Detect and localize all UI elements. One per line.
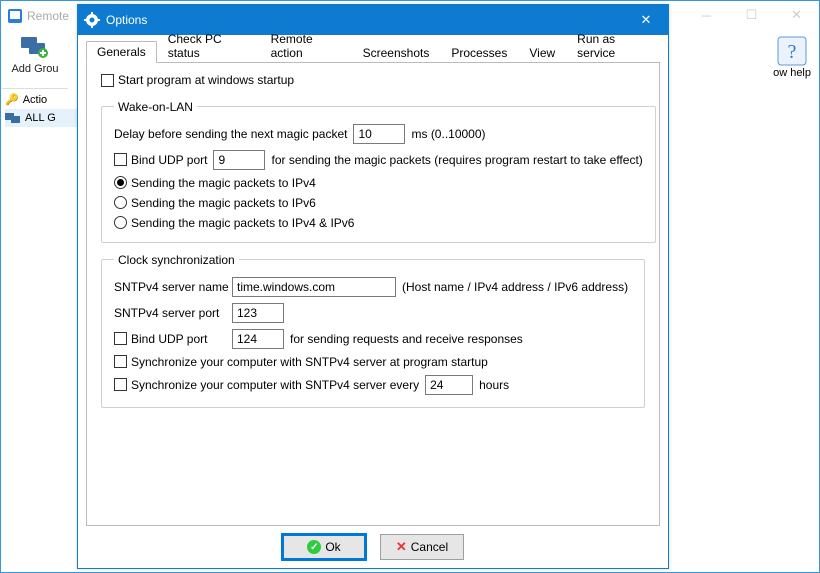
wol-udp-port-input[interactable]: [213, 150, 265, 170]
checkbox-start-at-startup-label: Start program at windows startup: [118, 73, 294, 87]
group-wake-on-lan-legend: Wake-on-LAN: [114, 100, 197, 114]
app-icon: [7, 8, 23, 24]
tab-generals[interactable]: Generals: [86, 41, 157, 63]
radio-icon: [114, 216, 127, 229]
sntp-server-name-input[interactable]: [232, 277, 396, 297]
gear-dialog-icon: [84, 12, 100, 28]
tree-item-all-groups-label: ALL G: [25, 110, 56, 126]
checkbox-wol-bind-udp[interactable]: Bind UDP port: [114, 153, 207, 167]
radio-wol-ipv6[interactable]: Sending the magic packets to IPv6: [114, 196, 316, 210]
radio-icon: [114, 176, 127, 189]
sntp-server-name-label: SNTPv4 server name: [114, 280, 226, 294]
main-toolbar: Add Grou: [2, 31, 68, 89]
checkbox-sync-at-startup-label: Synchronize your computer with SNTPv4 se…: [131, 355, 488, 369]
checkbox-sync-every-label: Synchronize your computer with SNTPv4 se…: [131, 378, 419, 392]
tree-item-actions-label: Actio: [23, 92, 47, 108]
dialog-body: Generals Check PC status Remote action S…: [78, 35, 668, 568]
tab-remote-action[interactable]: Remote action: [260, 28, 352, 63]
toolbar-help[interactable]: ? ow help: [773, 35, 811, 79]
checkbox-icon: [114, 355, 127, 368]
monitors-plus-icon: [19, 31, 51, 63]
main-window-controls: ─ ☐ ✕: [684, 1, 819, 29]
main-title-text: Remote: [27, 9, 69, 23]
clock-udp-port-input[interactable]: [232, 329, 284, 349]
svg-text:?: ?: [788, 41, 797, 63]
close-button[interactable]: ✕: [774, 1, 819, 29]
radio-wol-ipv4-label: Sending the magic packets to IPv4: [131, 176, 316, 190]
ok-button[interactable]: ✓ Ok: [282, 534, 366, 560]
tab-check-pc-status[interactable]: Check PC status: [157, 28, 260, 63]
checkbox-clock-bind-udp-label: Bind UDP port: [131, 332, 207, 346]
sync-every-hours-input[interactable]: [425, 375, 473, 395]
x-icon: ✕: [396, 539, 407, 555]
radio-wol-both-label: Sending the magic packets to IPv4 & IPv6: [131, 216, 354, 230]
dialog-title-text: Options: [106, 13, 147, 27]
tab-screenshots[interactable]: Screenshots: [352, 42, 441, 63]
wol-udp-suffix: for sending the magic packets (requires …: [271, 153, 642, 167]
key-icon: 🔑: [5, 92, 19, 108]
radio-wol-ipv4[interactable]: Sending the magic packets to IPv4: [114, 176, 316, 190]
tree-item-all-groups[interactable]: ALL G: [5, 109, 77, 127]
toolbar-add-group-label: Add Grou: [11, 63, 58, 75]
wol-delay-suffix: ms (0..10000): [411, 127, 485, 141]
sidebar-tree: 🔑 Actio ALL G: [5, 91, 77, 127]
radio-icon: [114, 196, 127, 209]
minimize-button[interactable]: ─: [684, 1, 729, 29]
tab-processes[interactable]: Processes: [440, 42, 518, 63]
toolbar-add-group[interactable]: Add Grou: [2, 31, 68, 87]
group-clock-sync: Clock synchronization SNTPv4 server name…: [101, 253, 645, 408]
checkbox-icon: [114, 153, 127, 166]
group-wake-on-lan: Wake-on-LAN Delay before sending the nex…: [101, 100, 656, 243]
radio-wol-ipv4-ipv6[interactable]: Sending the magic packets to IPv4 & IPv6: [114, 216, 354, 230]
ok-button-label: Ok: [325, 540, 340, 554]
checkbox-icon: [101, 74, 114, 87]
toolbar-help-label: ow help: [773, 67, 811, 79]
wol-delay-label: Delay before sending the next magic pack…: [114, 127, 347, 141]
tab-run-as-service[interactable]: Run as service: [566, 28, 660, 63]
wol-delay-input[interactable]: [353, 124, 405, 144]
checkbox-start-at-startup[interactable]: Start program at windows startup: [101, 73, 294, 87]
checkbox-icon: [114, 332, 127, 345]
maximize-button[interactable]: ☐: [729, 1, 774, 29]
check-circle-icon: ✓: [307, 540, 321, 554]
cancel-button-label: Cancel: [411, 540, 448, 554]
tab-strip: Generals Check PC status Remote action S…: [86, 41, 660, 63]
sntp-server-port-input[interactable]: [232, 303, 284, 323]
help-icon: ?: [776, 35, 808, 67]
tab-view[interactable]: View: [518, 42, 566, 63]
tab-panel-generals: Start program at windows startup Wake-on…: [86, 63, 660, 526]
clock-udp-suffix: for sending requests and receive respons…: [290, 332, 523, 346]
sntp-server-port-label: SNTPv4 server port: [114, 306, 226, 320]
checkbox-clock-bind-udp[interactable]: Bind UDP port: [114, 332, 226, 346]
radio-wol-ipv6-label: Sending the magic packets to IPv6: [131, 196, 316, 210]
checkbox-icon: [114, 378, 127, 391]
sntp-server-name-hint: (Host name / IPv4 address / IPv6 address…: [402, 280, 628, 294]
group-clock-sync-legend: Clock synchronization: [114, 253, 239, 267]
checkbox-sync-at-startup[interactable]: Synchronize your computer with SNTPv4 se…: [114, 355, 488, 369]
monitors-icon: [5, 112, 21, 124]
checkbox-sync-every[interactable]: Synchronize your computer with SNTPv4 se…: [114, 378, 419, 392]
cancel-button[interactable]: ✕ Cancel: [380, 534, 464, 560]
checkbox-wol-bind-udp-label: Bind UDP port: [131, 153, 207, 167]
tree-item-actions[interactable]: 🔑 Actio: [5, 91, 77, 109]
dialog-button-bar: ✓ Ok ✕ Cancel: [86, 526, 660, 568]
options-dialog: Options ✕ Generals Check PC status Remot…: [77, 4, 669, 569]
sync-every-suffix: hours: [479, 378, 509, 392]
